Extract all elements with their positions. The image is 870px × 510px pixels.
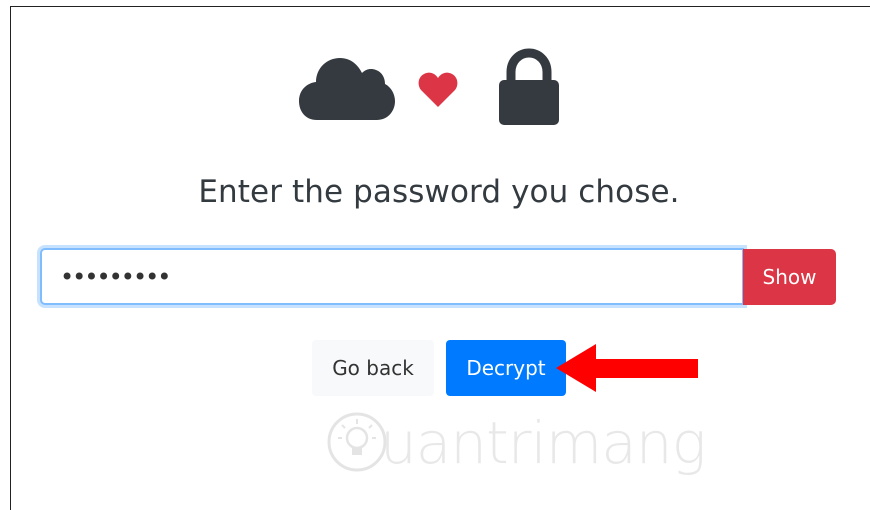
red-arrow-icon xyxy=(556,342,702,398)
heart-icon xyxy=(418,72,458,112)
lightbulb-icon xyxy=(326,411,388,477)
page-title: Enter the password you chose. xyxy=(198,174,680,210)
watermark: uantrimang xyxy=(322,405,706,495)
password-input[interactable] xyxy=(40,248,744,305)
watermark-text: uantrimang xyxy=(380,409,706,477)
show-password-button[interactable]: Show xyxy=(743,249,836,305)
decrypt-button[interactable]: Decrypt xyxy=(446,340,566,396)
lock-icon xyxy=(497,48,561,130)
go-back-button[interactable]: Go back xyxy=(312,340,434,396)
header-icons xyxy=(0,0,870,140)
cloud-icon xyxy=(299,54,395,126)
